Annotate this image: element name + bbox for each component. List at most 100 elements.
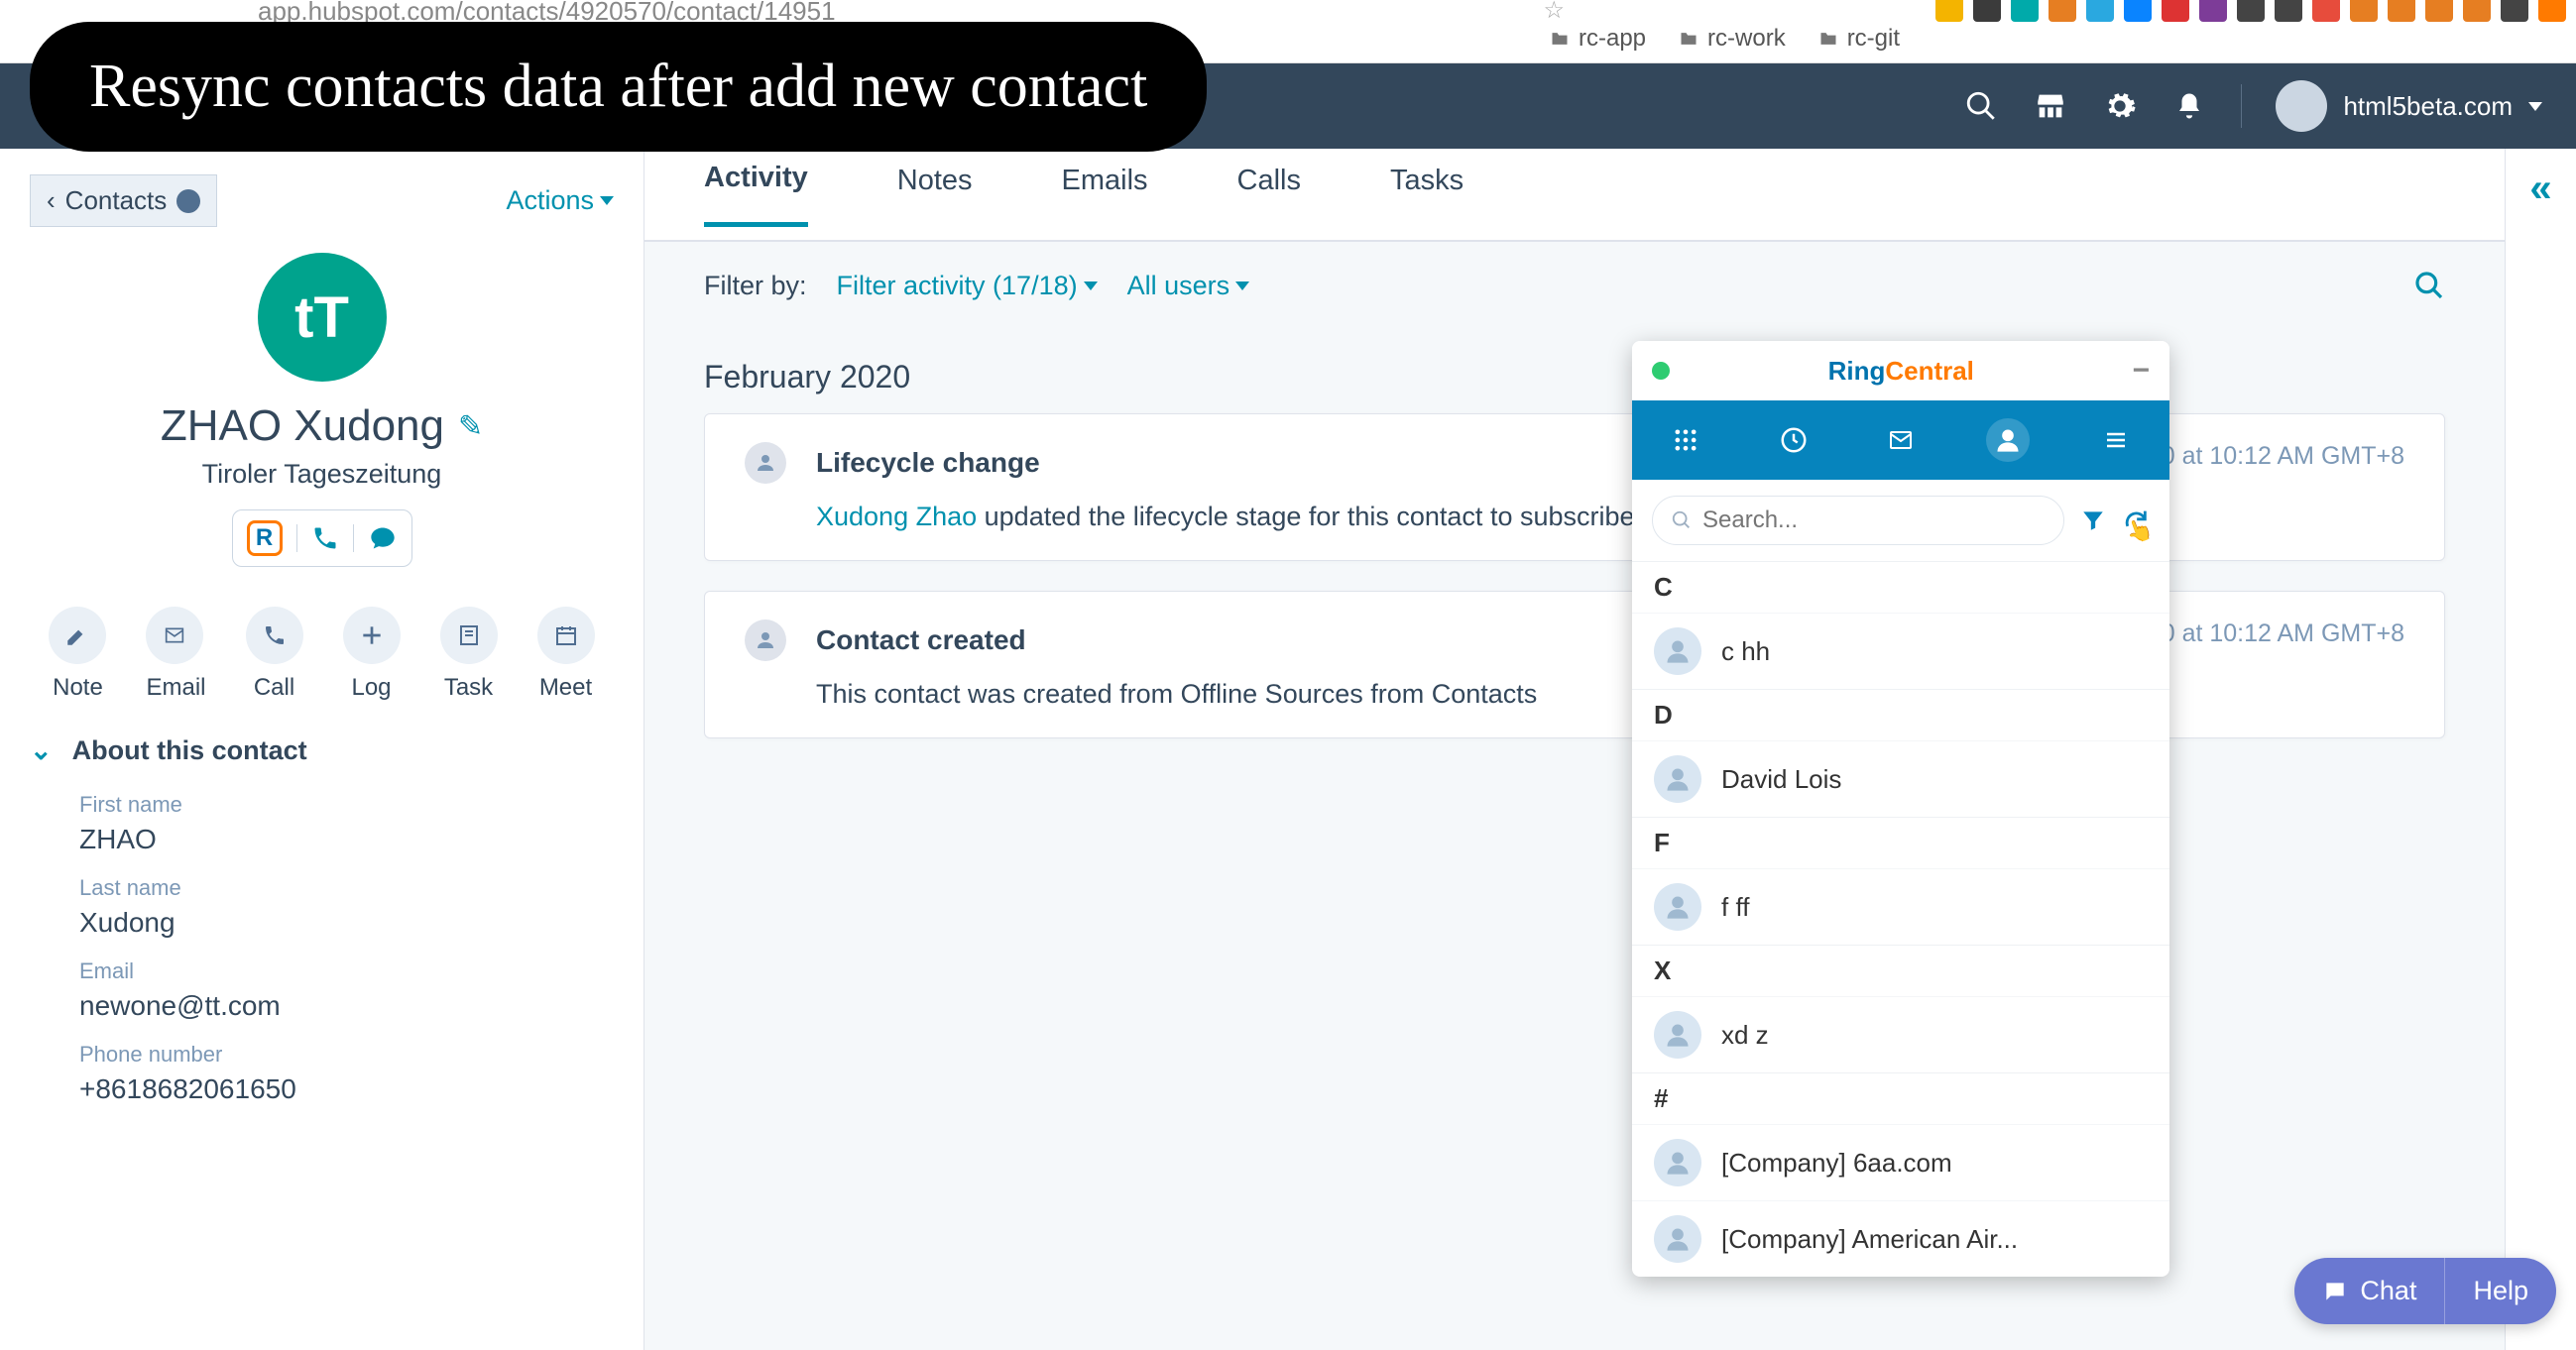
- last-name-value[interactable]: Xudong: [79, 907, 564, 939]
- action-label: Meet: [537, 674, 595, 702]
- search-input[interactable]: [1702, 506, 2046, 534]
- contact-avatar: tT: [258, 253, 387, 382]
- browser-extension-icon[interactable]: [2388, 0, 2415, 22]
- chat-label: Chat: [2360, 1276, 2416, 1306]
- browser-extension-icon[interactable]: [2086, 0, 2114, 22]
- gear-icon[interactable]: [2102, 88, 2138, 124]
- chevron-down-icon: [2528, 102, 2542, 111]
- bookmark-folder[interactable]: rc-work: [1676, 25, 1786, 53]
- chat-help-widget: Chat Help: [2294, 1258, 2556, 1324]
- card-title: Contact created: [816, 624, 1026, 656]
- messages-tab-icon[interactable]: [1879, 418, 1923, 462]
- back-to-contacts[interactable]: ‹ Contacts: [30, 174, 217, 227]
- browser-extension-icon[interactable]: [2011, 0, 2039, 22]
- tab-activity[interactable]: Activity: [704, 162, 808, 227]
- person-icon: [176, 189, 200, 213]
- action-call[interactable]: Call: [246, 607, 303, 702]
- action-meet[interactable]: Meet: [537, 607, 595, 702]
- activity-panel: ActivityNotesEmailsCallsTasks Filter by:…: [644, 149, 2505, 1350]
- help-button[interactable]: Help: [2445, 1258, 2556, 1324]
- contacts-search[interactable]: [1652, 496, 2064, 545]
- timeline-card-created[interactable]: Contact created 0 at 10:12 AM GMT+8 This…: [704, 591, 2445, 738]
- browser-extension-icon[interactable]: [2237, 0, 2265, 22]
- bookmark-folder[interactable]: rc-git: [1815, 25, 1900, 53]
- timeline-search-icon[interactable]: [2413, 270, 2445, 301]
- marketplace-icon[interactable]: [2033, 88, 2068, 124]
- contact-list-item[interactable]: xd z: [1632, 996, 2169, 1072]
- tab-tasks[interactable]: Tasks: [1390, 165, 1464, 225]
- more-tab-icon[interactable]: [2094, 418, 2138, 462]
- actor-link[interactable]: Xudong Zhao: [816, 502, 977, 531]
- contacts-section-header: F: [1632, 817, 2169, 868]
- browser-extension-icon[interactable]: [2124, 0, 2152, 22]
- tabs: Activity Notes Emails Calls Tasks: [644, 149, 2505, 242]
- search-icon[interactable]: [1963, 88, 1999, 124]
- action-task[interactable]: Task: [440, 607, 498, 702]
- browser-extension-icon[interactable]: [2312, 0, 2340, 22]
- card-timestamp: 0 at 10:12 AM GMT+8: [2162, 442, 2404, 471]
- phone-button[interactable]: [297, 514, 353, 562]
- browser-extension-icon[interactable]: [2425, 0, 2453, 22]
- note-icon: [49, 607, 106, 664]
- dialpad-tab-icon[interactable]: [1664, 418, 1707, 462]
- browser-extension-icon[interactable]: [1973, 0, 2001, 22]
- contact-list-item[interactable]: [Company] 6aa.com: [1632, 1124, 2169, 1200]
- action-note[interactable]: Note: [49, 607, 106, 702]
- task-icon: [440, 607, 498, 664]
- field-label: Phone number: [79, 1042, 564, 1068]
- phone-value[interactable]: +8618682061650: [79, 1073, 564, 1105]
- person-icon: [745, 442, 786, 484]
- action-email[interactable]: Email: [146, 607, 205, 702]
- actions-dropdown[interactable]: Actions: [506, 185, 614, 216]
- action-log[interactable]: Log: [343, 607, 401, 702]
- account-switcher[interactable]: html5beta.com: [2276, 80, 2542, 132]
- browser-extension-icon[interactable]: [2501, 0, 2528, 22]
- bell-icon[interactable]: [2171, 88, 2207, 124]
- bookmark-star-icon[interactable]: ☆: [1543, 0, 1565, 25]
- first-name-value[interactable]: ZHAO: [79, 824, 564, 855]
- browser-extension-icon[interactable]: [2463, 0, 2491, 22]
- browser-extension-icon[interactable]: [2199, 0, 2227, 22]
- company-link[interactable]: Tiroler Tageszeitung: [0, 459, 644, 490]
- contact-list-item[interactable]: David Lois: [1632, 740, 2169, 817]
- browser-extension-icon[interactable]: [1935, 0, 1963, 22]
- avatar-icon: [1654, 627, 1701, 675]
- action-label: Task: [440, 674, 498, 702]
- history-tab-icon[interactable]: [1772, 418, 1815, 462]
- chat-button[interactable]: Chat: [2294, 1258, 2444, 1324]
- expand-right-panel-icon[interactable]: «: [2529, 167, 2551, 1350]
- contact-list-item[interactable]: [Company] American Air...: [1632, 1200, 2169, 1277]
- call-icon: [246, 607, 303, 664]
- contact-list-item[interactable]: f ff: [1632, 868, 2169, 945]
- chat-button[interactable]: [354, 514, 411, 562]
- person-icon: [745, 619, 786, 661]
- tab-notes[interactable]: Notes: [897, 165, 973, 225]
- minimize-icon[interactable]: −: [2132, 354, 2150, 388]
- tab-emails[interactable]: Emails: [1062, 165, 1148, 225]
- avatar-initials: tT: [294, 284, 349, 351]
- ringcentral-widget: RingCentral − 👆 Cc hhDDavid LoisFf ffXxd…: [1632, 341, 2169, 1277]
- browser-extension-icon[interactable]: [2162, 0, 2189, 22]
- tab-calls[interactable]: Calls: [1237, 165, 1301, 225]
- contact-name: [Company] 6aa.com: [1721, 1148, 1952, 1179]
- refresh-icon[interactable]: 👆: [2122, 506, 2150, 534]
- browser-extension-icon[interactable]: [2538, 0, 2566, 22]
- timeline-card-lifecycle[interactable]: Lifecycle change 0 at 10:12 AM GMT+8 Xud…: [704, 413, 2445, 561]
- contacts-tab-icon[interactable]: [1986, 418, 2030, 462]
- filter-activity-dropdown[interactable]: Filter activity (17/18): [837, 271, 1098, 301]
- pencil-icon[interactable]: ✎: [458, 409, 483, 444]
- filter-icon[interactable]: [2080, 507, 2106, 533]
- contact-name: xd z: [1721, 1020, 1769, 1051]
- email-value[interactable]: newone@tt.com: [79, 990, 564, 1022]
- avatar-icon: [1654, 1139, 1701, 1186]
- browser-extension-icon[interactable]: [2275, 0, 2302, 22]
- browser-extension-icon[interactable]: [2350, 0, 2378, 22]
- bookmark-folder[interactable]: rc-app: [1547, 25, 1646, 53]
- field-label: Last name: [79, 875, 564, 901]
- browser-address-bar: app.hubspot.com/contacts/4920570/contact…: [0, 0, 2576, 14]
- filter-users-dropdown[interactable]: All users: [1127, 271, 1250, 301]
- ringcentral-button[interactable]: R: [233, 510, 296, 566]
- contact-list-item[interactable]: c hh: [1632, 613, 2169, 689]
- collapse-about-icon[interactable]: ⌄: [30, 735, 53, 766]
- browser-extension-icon[interactable]: [2049, 0, 2076, 22]
